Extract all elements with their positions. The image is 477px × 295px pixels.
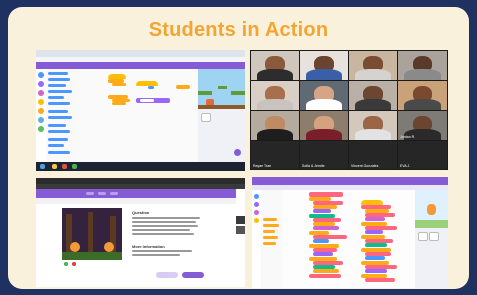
- participant-tile[interactable]: [398, 81, 447, 110]
- back-button[interactable]: [156, 272, 178, 278]
- participant-tile[interactable]: EVA J.: [398, 141, 447, 169]
- slide-title: Students in Action: [148, 19, 329, 41]
- slide-card: Students in Action Jordan R. Rayan Tran …: [8, 7, 469, 289]
- browser-tab-bar: [36, 50, 245, 57]
- participant-tile[interactable]: [251, 51, 299, 80]
- participant-tile[interactable]: [300, 81, 348, 110]
- participant-tile[interactable]: [300, 111, 348, 140]
- scratch-tutorial-screenshot: Question More Information: [36, 178, 245, 287]
- tutorial-text: [132, 217, 202, 239]
- sprite-pane[interactable]: [415, 228, 448, 288]
- participant-tile[interactable]: [300, 51, 348, 80]
- next-button[interactable]: [182, 272, 204, 278]
- tutorial-heading: Question: [132, 210, 150, 215]
- taskbar: [36, 162, 245, 171]
- scratch-code-screenshot: [252, 177, 448, 288]
- more-info-text: [132, 250, 202, 260]
- participant-tile[interactable]: [349, 81, 397, 110]
- stage-controls[interactable]: [62, 262, 122, 267]
- webcam-thumb: [236, 226, 245, 234]
- participant-tile[interactable]: [349, 111, 397, 140]
- project-stage: [62, 208, 122, 260]
- participant-tile[interactable]: Jordan R.: [398, 111, 447, 140]
- scratch-menu-bar: [36, 189, 236, 198]
- scratch-editor-screenshot: [36, 50, 245, 171]
- participant-tile[interactable]: [251, 111, 299, 140]
- participant-tile[interactable]: [398, 51, 447, 80]
- sprite-pane[interactable]: [198, 109, 245, 162]
- participant-tile[interactable]: [349, 51, 397, 80]
- scratch-menu-bar: [36, 62, 245, 69]
- code-area[interactable]: [283, 190, 415, 288]
- participant-tile[interactable]: Vincent Gonzales: [349, 141, 397, 169]
- webcam-thumb: [236, 216, 245, 224]
- more-info-heading: More Information: [132, 244, 165, 249]
- participant-tile[interactable]: Rayan Tran: [251, 141, 299, 169]
- sub-header: [36, 198, 236, 204]
- participant-tile[interactable]: Sofia & Jendie: [300, 141, 348, 169]
- code-area[interactable]: [76, 69, 198, 162]
- motion-block[interactable]: [176, 85, 190, 89]
- block-palette: [46, 69, 76, 162]
- stage: [415, 190, 448, 228]
- stage: [198, 69, 245, 109]
- participant-tile[interactable]: [251, 81, 299, 110]
- scratch-menu-bar: [252, 177, 448, 185]
- event-hat-block[interactable]: [136, 81, 158, 86]
- video-call-screenshot: Jordan R. Rayan Tran Sofia & Jendie Vinc…: [250, 50, 448, 170]
- block-palette: [261, 190, 283, 288]
